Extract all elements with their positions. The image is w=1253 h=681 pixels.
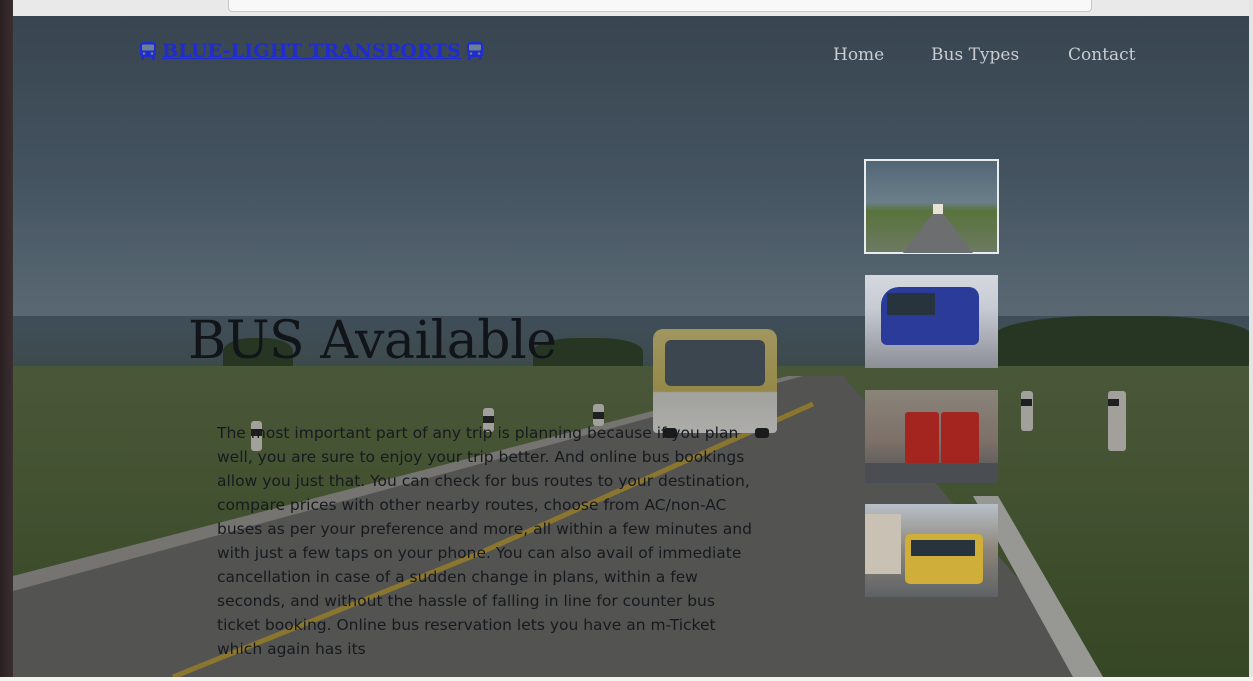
window-left-edge	[0, 0, 13, 681]
gallery-thumbnail-coach[interactable]	[865, 275, 998, 368]
hero-banner: BLUE-LIGHT TRANSPORTS Home Bus Types Con…	[13, 16, 1249, 677]
thumbnail-bus-window	[887, 293, 935, 315]
gallery-thumbnail-city-bus[interactable]	[865, 504, 998, 597]
thumbnail-bus-graphic	[933, 204, 943, 214]
thumbnail-street	[865, 463, 998, 483]
brand-title: BLUE-LIGHT TRANSPORTS	[162, 40, 461, 62]
bus-icon	[140, 42, 156, 60]
address-bar[interactable]	[228, 0, 1092, 12]
hero-paragraph: The most important part of any trip is p…	[217, 424, 752, 658]
thumbnail-bus-graphic	[941, 412, 979, 464]
window-bottom-edge	[0, 677, 1253, 681]
nav-home-link[interactable]: Home	[833, 45, 884, 65]
hero-heading: BUS Available	[188, 311, 557, 371]
thumbnail-road-graphic	[903, 211, 973, 253]
thumbnail-bus-window	[911, 540, 975, 556]
gallery-thumbnail-double-decker[interactable]	[865, 390, 998, 483]
thumbnail-building	[865, 514, 901, 574]
browser-top-bar	[0, 0, 1253, 17]
bus-icon	[466, 42, 483, 60]
thumbnail-bus-graphic	[905, 412, 939, 464]
window-right-edge	[1249, 0, 1253, 681]
gallery-thumbnail-road[interactable]	[864, 159, 999, 254]
brand-logo-link[interactable]: BLUE-LIGHT TRANSPORTS	[138, 40, 485, 62]
nav-bus-types-link[interactable]: Bus Types	[931, 45, 1019, 65]
nav-contact-link[interactable]: Contact	[1068, 45, 1136, 65]
